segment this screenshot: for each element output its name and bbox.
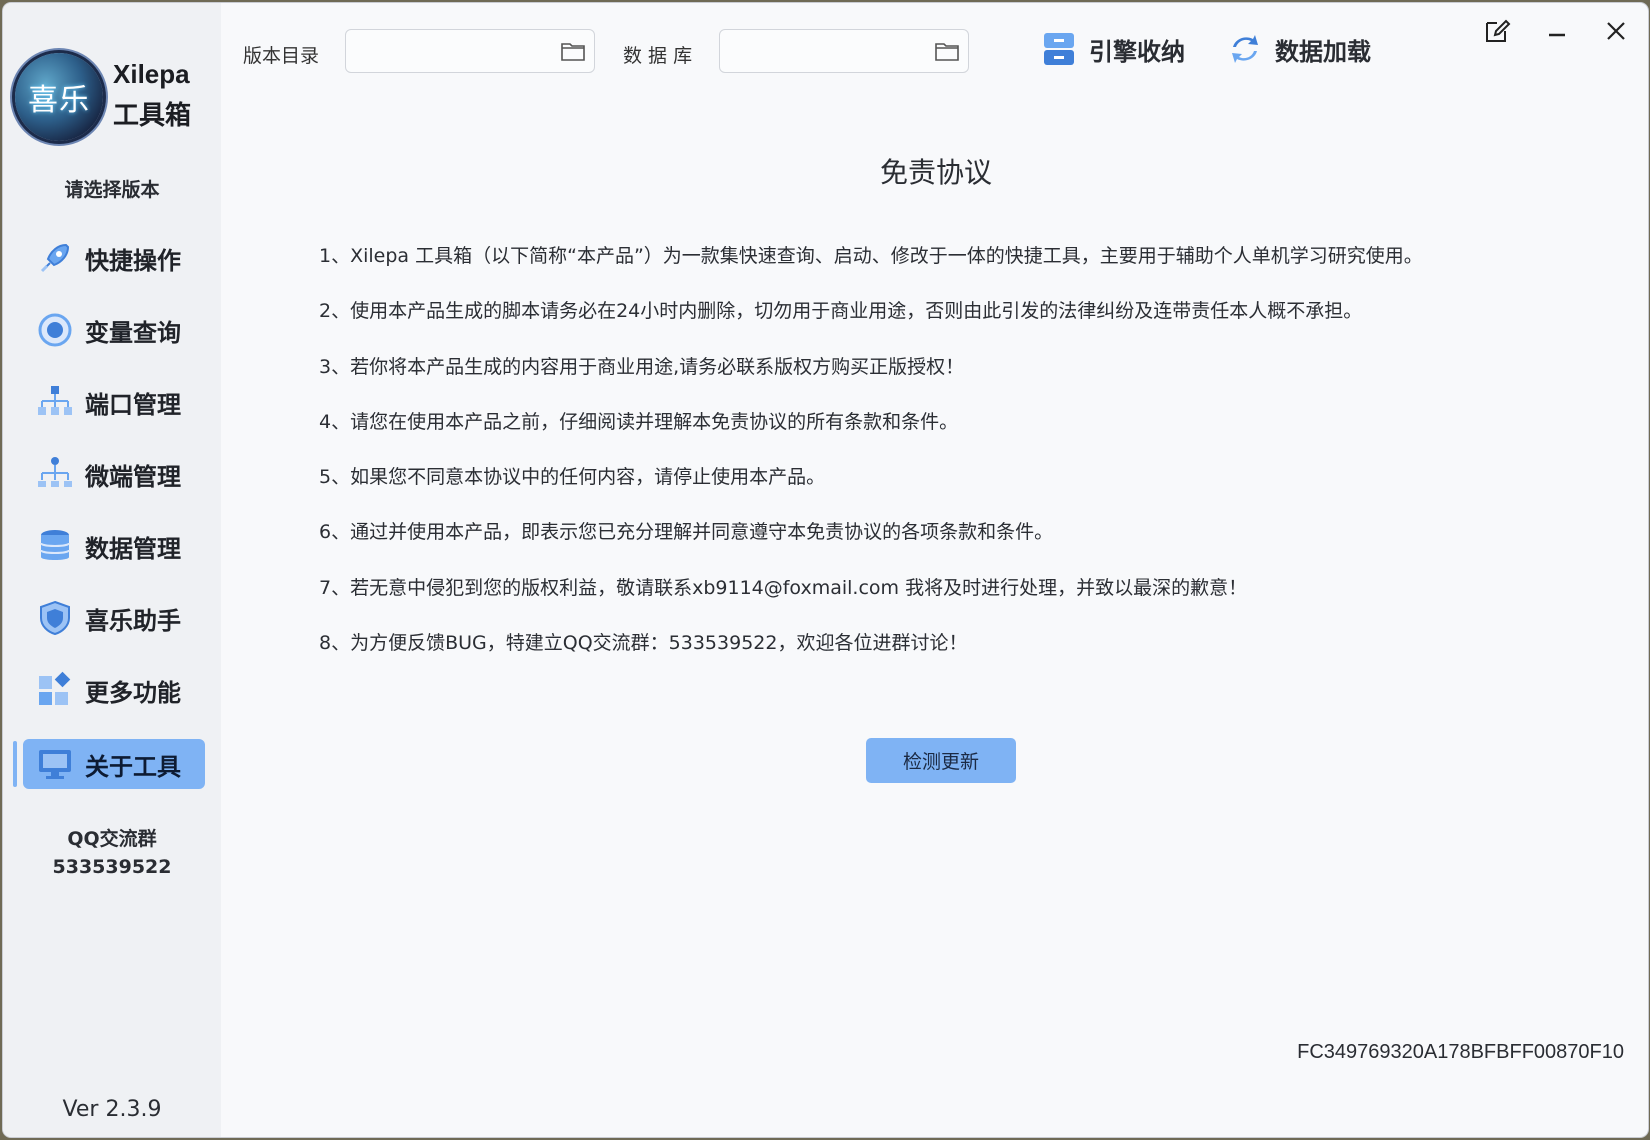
logo-emblem: 喜乐 bbox=[15, 53, 103, 141]
sidebar-item-label: 更多功能 bbox=[85, 678, 181, 707]
shield-icon bbox=[35, 598, 75, 638]
app-logo: 喜乐 Xilepa 工具箱 bbox=[15, 53, 215, 141]
sidebar-item-label: 数据管理 bbox=[85, 534, 181, 563]
sidebar-item-label: 喜乐助手 bbox=[85, 606, 181, 635]
engine-store-label: 引擎收纳 bbox=[1089, 37, 1185, 66]
database-field[interactable] bbox=[719, 29, 969, 73]
machine-code: FC349769320A178BFBFF00870F10 bbox=[1297, 1041, 1624, 1063]
sidebar-item-port-mgmt[interactable]: 端口管理 bbox=[23, 377, 205, 427]
qq-group-number: 533539522 bbox=[52, 856, 172, 878]
refresh-icon bbox=[1225, 29, 1265, 69]
sidebar-item-about[interactable]: 关于工具 bbox=[23, 739, 205, 789]
network-icon bbox=[35, 382, 75, 422]
qq-group-title: QQ交流群 bbox=[67, 828, 157, 850]
page-title: 免责协议 bbox=[879, 156, 992, 189]
engine-store-button[interactable]: 引擎收纳 bbox=[1039, 29, 1185, 69]
app-subtitle: 工具箱 bbox=[113, 101, 192, 131]
disclaimer-item: 7、若无意中侵犯到您的版权利益，敬请联系xb9114@foxmail.com 我… bbox=[319, 576, 1248, 599]
sidebar: 喜乐 Xilepa 工具箱 请选择版本 快捷操作 变量查询 端口管理 微端管理 … bbox=[3, 3, 221, 1137]
disclaimer-item: 4、请您在使用本产品之前，仔细阅读并理解本免责协议的所有条款和条件。 bbox=[319, 410, 959, 433]
sidebar-item-label: 端口管理 bbox=[85, 390, 181, 419]
data-load-button[interactable]: 数据加载 bbox=[1225, 29, 1371, 69]
sidebar-item-label: 快捷操作 bbox=[85, 246, 181, 275]
disclaimer-item: 1、Xilepa 工具箱（以下简称“本产品”）为一款集快速查询、启动、修改于一体… bbox=[319, 245, 1423, 267]
version-select[interactable]: 请选择版本 bbox=[3, 175, 221, 202]
apps-icon bbox=[35, 670, 75, 710]
edit-icon[interactable] bbox=[1481, 15, 1513, 47]
disclaimer-item: 3、若你将本产品生成的内容用于商业用途,请务必联系版权方购买正版授权！ bbox=[319, 355, 965, 378]
disclaimer-list: 1、Xilepa 工具箱（以下简称“本产品”）为一款集快速查询、启动、修改于一体… bbox=[319, 239, 1423, 681]
database-icon bbox=[35, 526, 75, 566]
version-label: Ver 2.3.9 bbox=[62, 1097, 162, 1122]
sidebar-item-label: 微端管理 bbox=[85, 462, 181, 491]
check-update-button[interactable]: 检测更新 bbox=[866, 738, 1016, 783]
version-dir-field[interactable] bbox=[345, 29, 595, 73]
sidebar-item-micro-mgmt[interactable]: 微端管理 bbox=[23, 449, 205, 499]
disclaimer-item: 8、为方便反馈BUG，特建立QQ交流群：533539522，欢迎各位进群讨论！ bbox=[319, 632, 968, 655]
monitor-icon bbox=[35, 744, 75, 784]
minimize-icon[interactable] bbox=[1541, 15, 1573, 47]
data-load-label: 数据加载 bbox=[1275, 37, 1371, 66]
disclaimer-item: 6、通过并使用本产品，即表示您已充分理解并同意遵守本免责协议的各项条款和条件。 bbox=[319, 521, 1054, 544]
sidebar-item-label: 变量查询 bbox=[85, 318, 181, 347]
folder-icon[interactable] bbox=[934, 40, 960, 62]
sidebar-item-label: 关于工具 bbox=[85, 752, 181, 781]
close-icon[interactable] bbox=[1600, 15, 1632, 47]
app-window: 喜乐 Xilepa 工具箱 请选择版本 快捷操作 变量查询 端口管理 微端管理 … bbox=[3, 3, 1648, 1137]
hierarchy-icon bbox=[35, 454, 75, 494]
disclaimer-item: 2、使用本产品生成的脚本请务必在24小时内删除，切勿用于商业用途，否则由此引发的… bbox=[319, 300, 1363, 323]
app-name: Xilepa bbox=[113, 59, 190, 89]
active-indicator bbox=[13, 741, 17, 787]
database-label: 数 据 库 bbox=[623, 45, 693, 67]
version-dir-label: 版本目录 bbox=[243, 45, 320, 67]
disclaimer-item: 5、如果您不同意本协议中的任何内容，请停止使用本产品。 bbox=[319, 466, 826, 489]
rocket-icon bbox=[35, 238, 75, 278]
query-icon bbox=[35, 310, 75, 350]
sidebar-item-variable-query[interactable]: 变量查询 bbox=[23, 305, 205, 355]
sidebar-item-more[interactable]: 更多功能 bbox=[23, 665, 205, 715]
sidebar-item-quick-ops[interactable]: 快捷操作 bbox=[23, 233, 205, 283]
sidebar-item-data-mgmt[interactable]: 数据管理 bbox=[23, 521, 205, 571]
sidebar-item-assistant[interactable]: 喜乐助手 bbox=[23, 593, 205, 643]
cabinet-icon bbox=[1039, 29, 1079, 69]
qq-group-info: QQ交流群 533539522 bbox=[3, 825, 221, 881]
logo-glyph: 喜乐 bbox=[28, 83, 90, 118]
folder-icon[interactable] bbox=[560, 40, 586, 62]
